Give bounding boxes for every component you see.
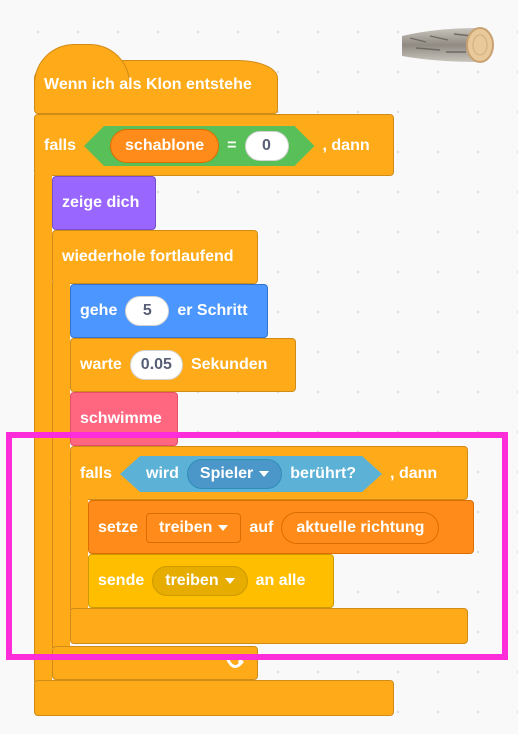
custom-row: schwimme <box>80 410 162 428</box>
forever-label: wiederhole fortlaufend <box>62 248 234 265</box>
falls-label: falls <box>44 137 77 154</box>
move-prefix: gehe <box>80 302 118 319</box>
selection-highlight <box>6 432 508 660</box>
if-outer-bottom <box>34 680 394 716</box>
variable-reporter[interactable]: schablone <box>110 129 219 163</box>
show-row: zeige dich <box>62 194 139 212</box>
wait-seconds-input[interactable]: 0.05 <box>129 350 183 380</box>
log-sprite[interactable] <box>396 22 496 68</box>
move-suffix: er Schritt <box>177 302 248 319</box>
forever-row: wiederhole fortlaufend <box>62 248 234 266</box>
hat-label: Wenn ich als Klon entstehe <box>44 76 252 93</box>
move-row: gehe 5 er Schritt <box>80 296 248 326</box>
wait-suffix: Sekunden <box>190 356 268 373</box>
equals-value-input[interactable]: 0 <box>245 131 289 161</box>
if-outer-row: falls schablone = 0 , dann <box>44 126 370 166</box>
custom-label: schwimme <box>80 410 162 427</box>
hat-row: Wenn ich als Klon entstehe <box>44 76 252 94</box>
move-steps-input[interactable]: 5 <box>125 296 170 326</box>
dann-label: , dann <box>322 137 370 154</box>
equals-sign: = <box>227 137 237 154</box>
wait-prefix: warte <box>80 356 122 373</box>
show-label: zeige dich <box>62 194 140 211</box>
wait-row: warte 0.05 Sekunden <box>80 350 267 380</box>
equals-operator[interactable]: schablone = 0 <box>84 126 314 166</box>
